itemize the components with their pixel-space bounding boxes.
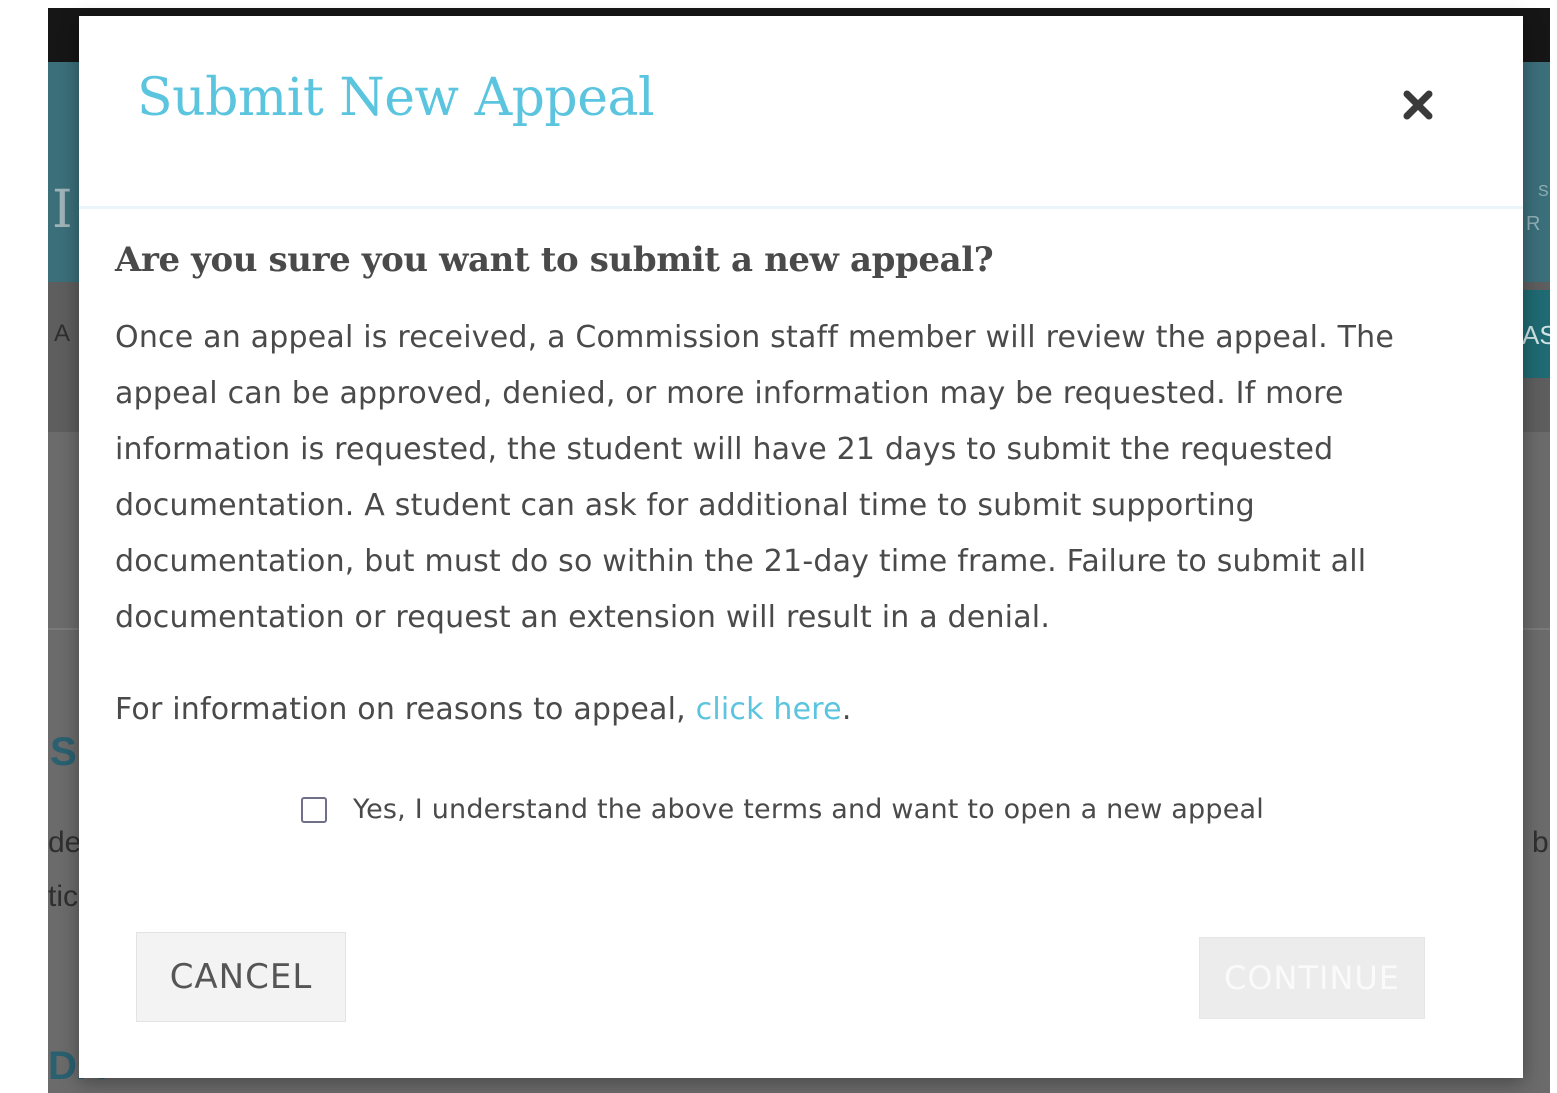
click-here-link[interactable]: click here xyxy=(696,692,842,727)
continue-button[interactable]: CONTINUE xyxy=(1199,937,1425,1019)
agree-terms-row: Yes, I understand the above terms and wa… xyxy=(301,794,1264,825)
agree-terms-label[interactable]: Yes, I understand the above terms and wa… xyxy=(353,794,1264,825)
modal-title: Submit New Appeal xyxy=(137,68,655,128)
background-text-fragment: I xyxy=(52,180,73,240)
background-text-fragment: tic xyxy=(48,880,78,913)
close-button[interactable] xyxy=(1397,84,1439,126)
agree-terms-checkbox[interactable] xyxy=(301,796,327,823)
close-icon xyxy=(1397,84,1439,126)
confirmation-question: Are you sure you want to submit a new ap… xyxy=(115,240,994,280)
background-text-fragment: R xyxy=(1526,213,1541,235)
info-suffix: . xyxy=(841,692,852,727)
modal-header: Submit New Appeal xyxy=(79,16,1523,209)
cancel-button[interactable]: CANCEL xyxy=(136,932,346,1022)
appeal-info-line: For information on reasons to appeal, cl… xyxy=(115,692,852,727)
background-text-fragment: b xyxy=(1532,826,1549,859)
background-text-fragment: AS xyxy=(1522,320,1550,350)
background-text-fragment: S xyxy=(50,730,77,774)
background-text-fragment: A xyxy=(54,320,71,347)
info-prefix: For information on reasons to appeal, xyxy=(115,692,696,727)
background-text-fragment: de xyxy=(48,826,82,859)
background-text-fragment: S xyxy=(1538,183,1549,200)
submit-appeal-modal: Submit New Appeal Are you sure you want … xyxy=(79,16,1523,1078)
appeal-explanation: Once an appeal is received, a Commission… xyxy=(115,320,1394,635)
